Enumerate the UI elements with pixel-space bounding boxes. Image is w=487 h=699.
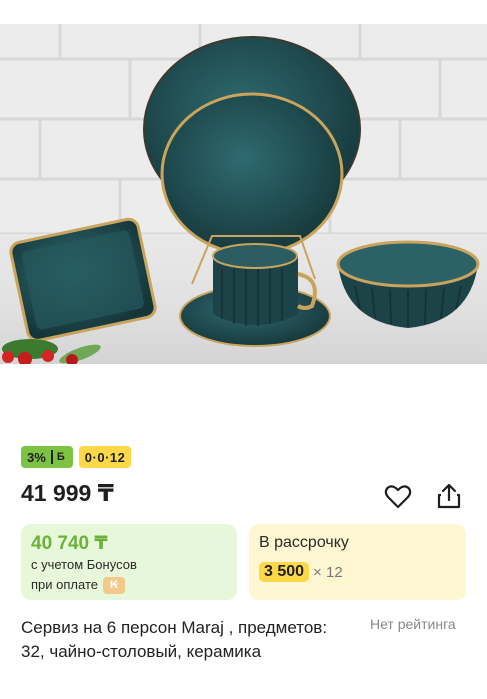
share-icon <box>437 483 461 509</box>
installment-card[interactable]: В рассрочку 3 500 × 12 <box>249 524 466 600</box>
bonus-badge-percent: 3% <box>27 449 46 465</box>
installment-badge: 0·0·12 <box>78 446 132 468</box>
bonus-badge: 3% Б <box>21 446 73 468</box>
product-price: 41 999 ₸ <box>21 480 114 506</box>
rating-status[interactable]: Нет рейтинга <box>370 616 456 632</box>
installment-badge-text: 0·0·12 <box>84 449 126 465</box>
bonus-price: 40 740 ₸ <box>31 533 108 554</box>
bonus-note-line1: с учетом Бонусов <box>31 557 137 572</box>
installment-months: × 12 <box>313 563 343 581</box>
bonus-note-line2: при оплате <box>31 577 98 592</box>
product-badges: 3% Б 0·0·12 <box>21 446 132 468</box>
product-title: Сервиз на 6 персон Maraj , предметов: 32… <box>21 618 328 661</box>
favorite-button[interactable] <box>382 480 414 512</box>
bonus-b-icon: Б <box>50 450 67 464</box>
product-image[interactable] <box>0 24 487 364</box>
heart-icon <box>384 485 412 509</box>
kaspi-coin-icon: ₭ <box>102 576 125 594</box>
installment-amount: 3 500 <box>259 562 310 582</box>
installment-title: В рассрочку <box>259 534 349 551</box>
share-button[interactable] <box>433 480 465 512</box>
bonus-price-card[interactable]: 40 740 ₸ с учетом Бонусов при оплате ₭ <box>21 524 237 600</box>
